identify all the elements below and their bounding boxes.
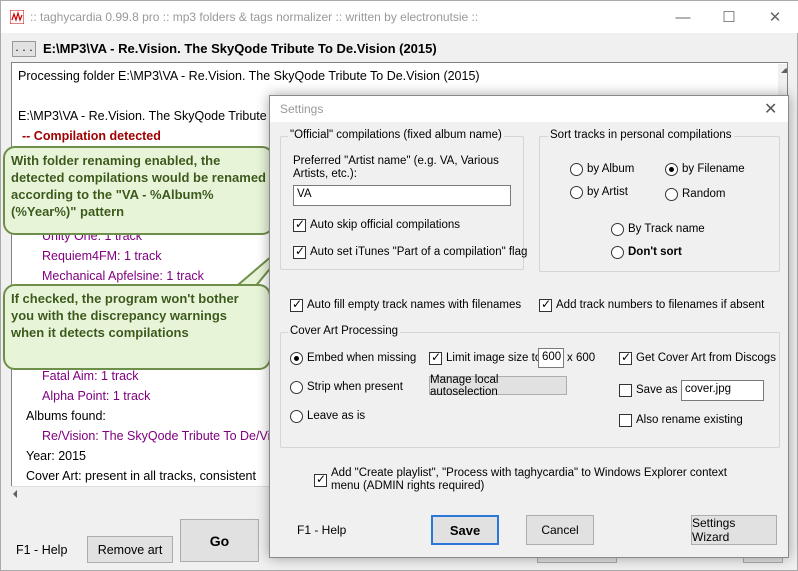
- sort-random-radio[interactable]: [665, 188, 678, 201]
- discogs-checkbox[interactable]: [619, 350, 632, 365]
- artist-name-label: Preferred "Artist name" (e.g. VA, Variou…: [293, 155, 499, 180]
- limit-size-label[interactable]: Limit image size to: [446, 352, 541, 364]
- discogs-label[interactable]: Get Cover Art from Discogs: [636, 352, 776, 364]
- auto-skip-label[interactable]: Auto skip official compilations: [310, 219, 460, 231]
- add-track-numbers-checkbox[interactable]: [539, 297, 552, 312]
- sort-random-label[interactable]: Random: [682, 188, 725, 200]
- limit-height-label: x 600: [567, 352, 596, 364]
- manage-autoselection-button[interactable]: Manage local autoselection: [429, 374, 567, 398]
- group-title: Cover Art Processing: [288, 325, 401, 337]
- sort-by-artist-radio[interactable]: [570, 186, 583, 199]
- sort-by-album-radio[interactable]: [570, 163, 583, 176]
- cancel-button[interactable]: Cancel: [526, 515, 594, 545]
- rename-existing-checkbox[interactable]: [619, 414, 632, 427]
- settings-f1-help: F1 - Help: [297, 523, 347, 537]
- leave-as-is-radio[interactable]: [290, 410, 303, 423]
- itunes-flag-label[interactable]: Auto set iTunes "Part of a compilation" …: [310, 246, 527, 258]
- context-menu-label[interactable]: Add "Create playlist", "Process with tag…: [331, 467, 751, 493]
- add-track-numbers-label[interactable]: Add track numbers to filenames if absent: [556, 299, 764, 311]
- auto-skip-checkbox[interactable]: [293, 217, 306, 232]
- auto-fill-checkbox[interactable]: [290, 297, 303, 312]
- settings-wizard-button[interactable]: Settings Wizard: [691, 515, 777, 545]
- context-menu-checkbox[interactable]: [314, 472, 327, 487]
- sort-by-album-label[interactable]: by Album: [587, 163, 634, 175]
- settings-close-button[interactable]: ✕: [764, 99, 777, 119]
- settings-dialog: Settings ✕ "Official" compilations (fixe…: [269, 95, 789, 558]
- sort-by-artist-label[interactable]: by Artist: [587, 186, 628, 198]
- save-as-label[interactable]: Save as: [636, 384, 678, 396]
- save-button[interactable]: Save: [431, 515, 499, 545]
- group-title: Sort tracks in personal compilations: [548, 129, 734, 141]
- settings-title: Settings: [280, 102, 324, 116]
- itunes-flag-checkbox[interactable]: [293, 244, 306, 259]
- sort-by-filename-label[interactable]: by Filename: [682, 163, 745, 175]
- strip-present-radio[interactable]: [290, 381, 303, 394]
- embed-missing-label[interactable]: Embed when missing: [307, 352, 416, 364]
- dont-sort-radio[interactable]: [611, 246, 624, 259]
- save-as-checkbox[interactable]: [619, 384, 632, 397]
- settings-title-bar: Settings ✕: [270, 96, 788, 122]
- limit-size-checkbox[interactable]: [429, 350, 442, 365]
- auto-fill-label[interactable]: Auto fill empty track names with filenam…: [307, 299, 521, 311]
- strip-present-label[interactable]: Strip when present: [307, 381, 403, 393]
- limit-width-input[interactable]: 600: [538, 348, 564, 368]
- rename-existing-label[interactable]: Also rename existing: [636, 414, 743, 426]
- sort-by-track-name-radio[interactable]: [611, 223, 624, 236]
- sort-by-track-name-label[interactable]: By Track name: [628, 223, 705, 235]
- sort-by-filename-radio[interactable]: [665, 163, 678, 176]
- leave-as-is-label[interactable]: Leave as is: [307, 410, 365, 422]
- compilation-callout: With folder renaming enabled, the detect…: [3, 146, 274, 235]
- dont-sort-label[interactable]: Don't sort: [628, 246, 682, 258]
- save-as-input[interactable]: cover.jpg: [681, 380, 764, 401]
- artist-name-input[interactable]: VA: [293, 185, 511, 206]
- group-title: "Official" compilations (fixed album nam…: [288, 129, 504, 141]
- skip-callout: If checked, the program won't bother you…: [3, 284, 271, 370]
- embed-missing-radio[interactable]: [290, 352, 303, 365]
